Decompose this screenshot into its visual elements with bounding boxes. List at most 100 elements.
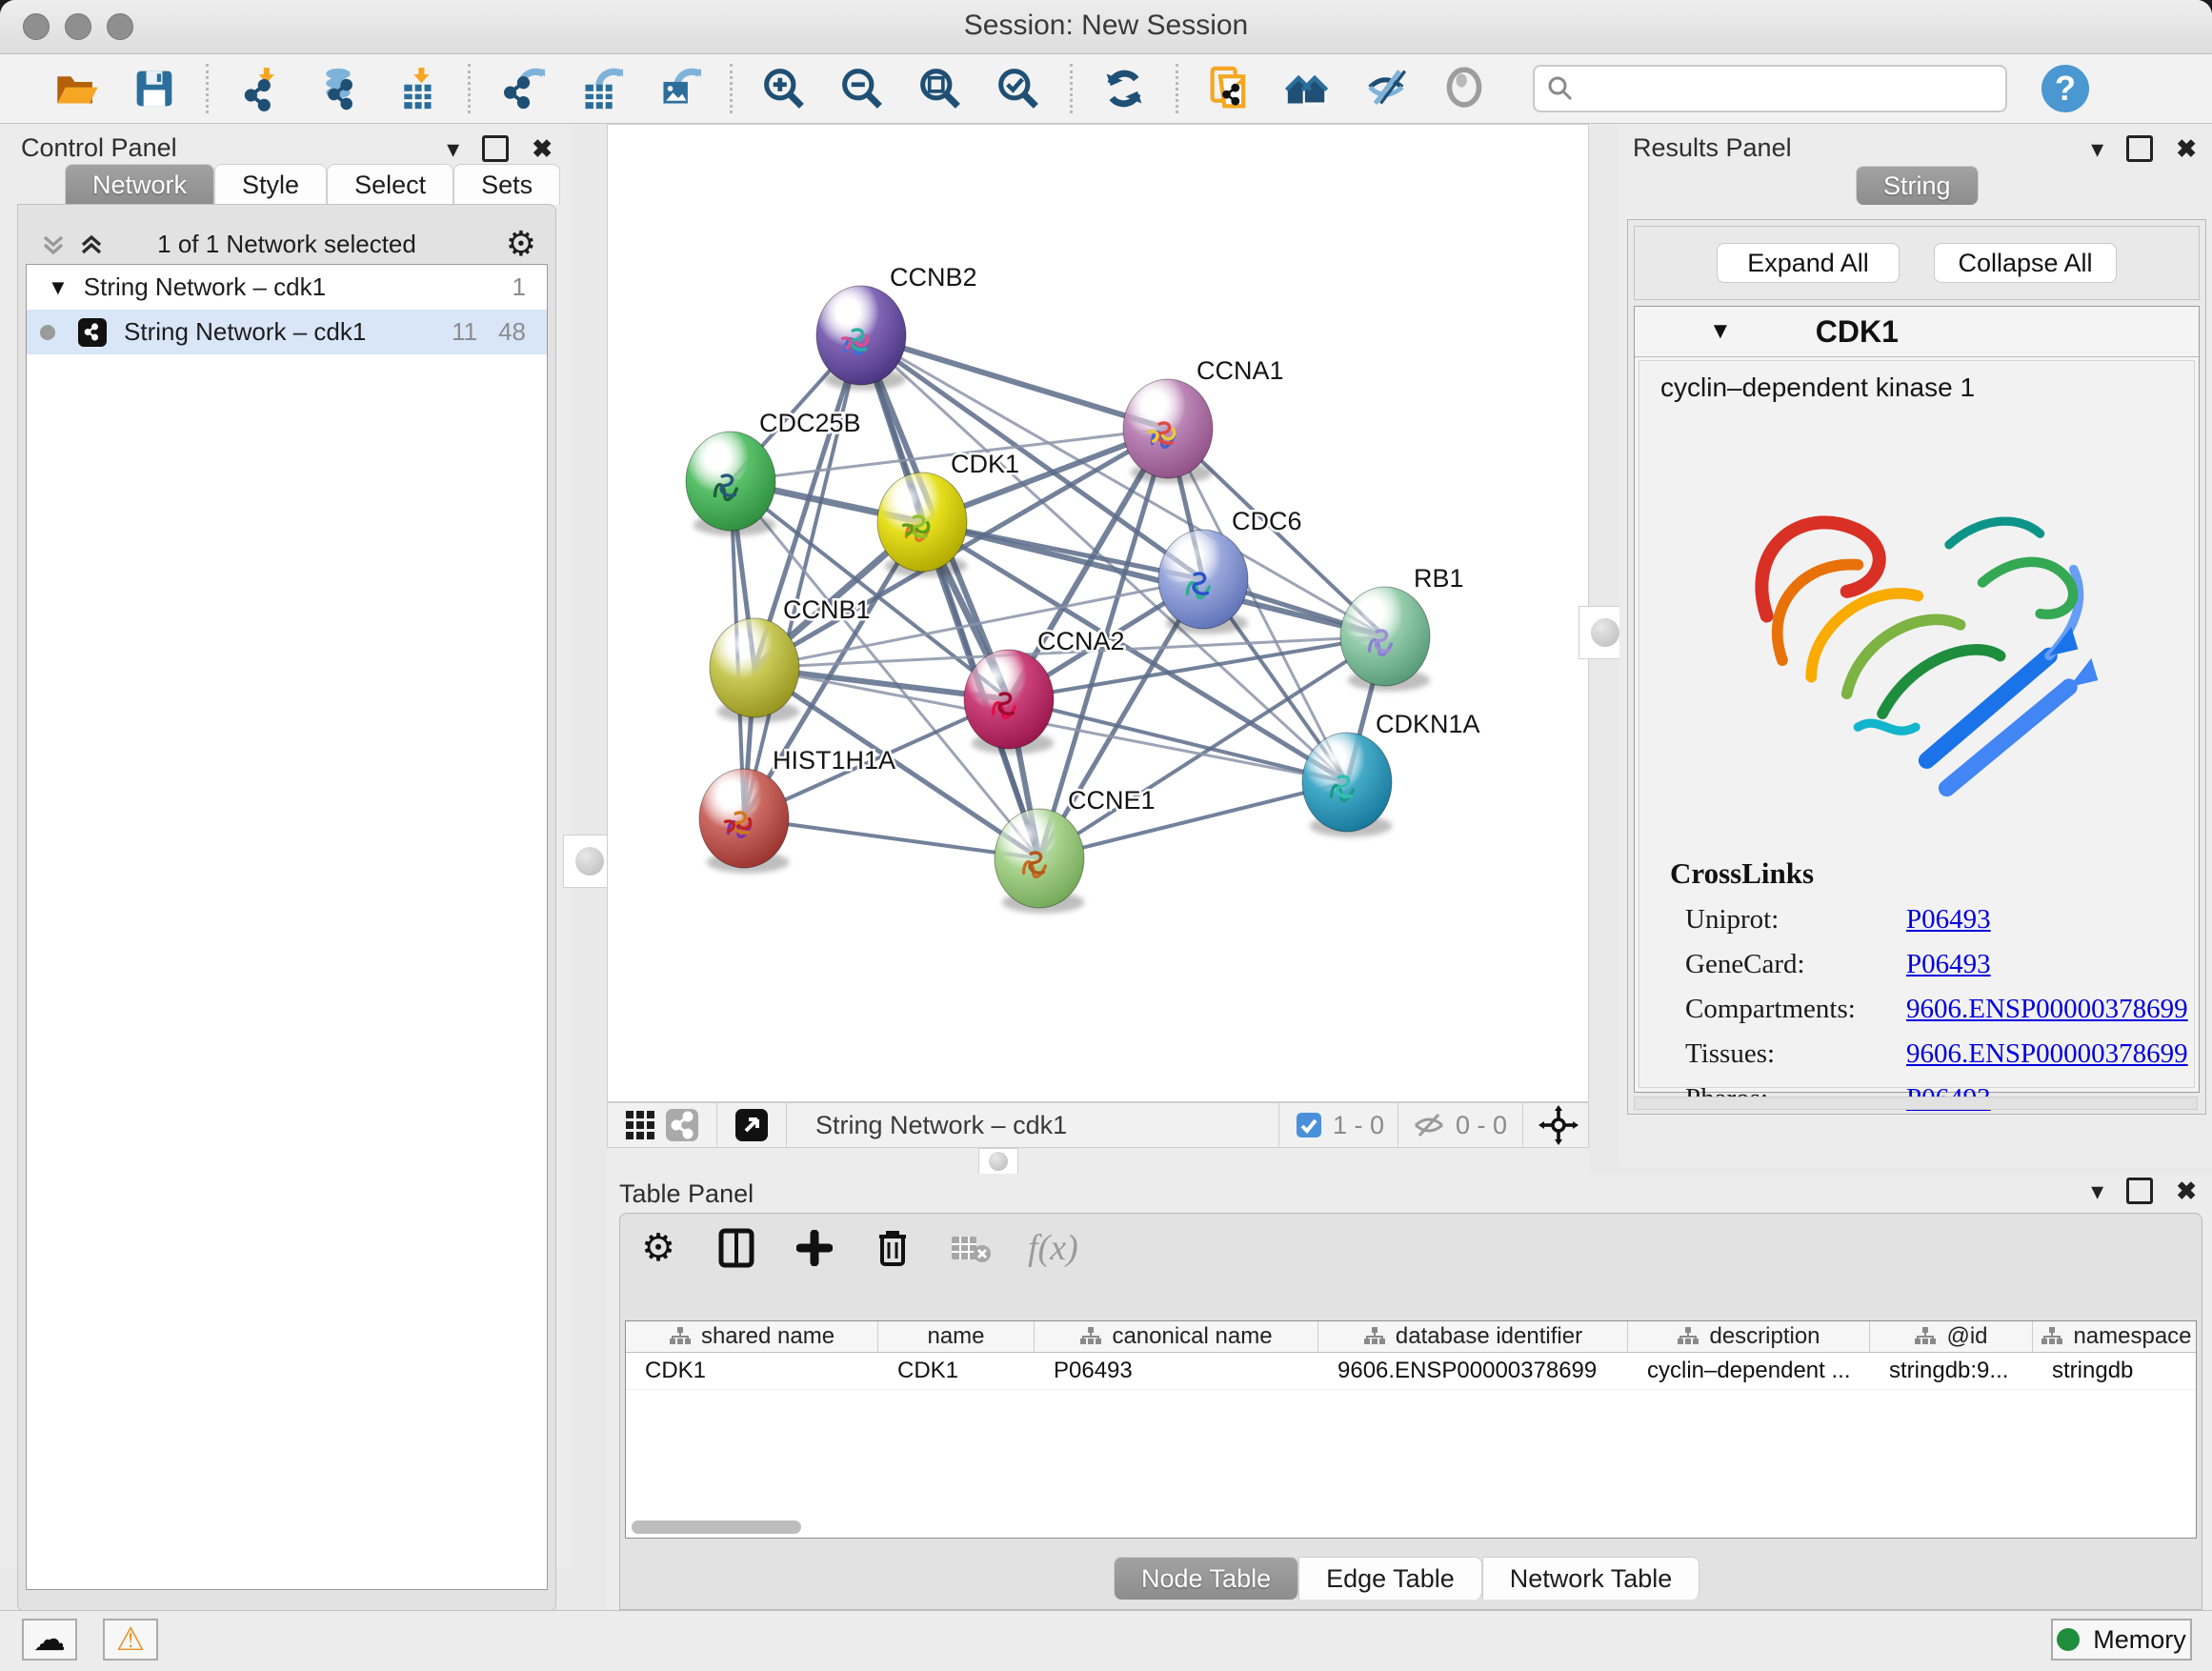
- node-label: CCNA1: [1196, 356, 1284, 385]
- network-edge[interactable]: [922, 522, 1385, 636]
- table-cell: cyclin–dependent ...: [1628, 1353, 1870, 1389]
- zoom-in-icon[interactable]: [759, 64, 809, 113]
- network-edge[interactable]: [861, 335, 1168, 429]
- panel-close-icon[interactable]: ✖: [532, 136, 553, 161]
- tab-node-table[interactable]: Node Table: [1114, 1557, 1298, 1600]
- left-splitter[interactable]: [572, 124, 607, 1568]
- network-node-rb1[interactable]: RB1: [1340, 564, 1464, 691]
- expand-all-button[interactable]: Expand All: [1717, 243, 1900, 283]
- column-header-shared-name[interactable]: shared name: [626, 1321, 878, 1352]
- string-results-tab[interactable]: String: [1856, 166, 1979, 205]
- gene-card-header[interactable]: ▼ CDK1: [1635, 307, 2199, 357]
- open-in-window-icon[interactable]: [731, 1104, 773, 1146]
- panel-float-icon[interactable]: [482, 135, 509, 162]
- crosslink-link[interactable]: 9606.ENSP00000378699: [1906, 1038, 2188, 1070]
- table-hscrollbar[interactable]: [626, 1519, 2196, 1536]
- network-tree-row[interactable]: ▼String Network – cdk11: [27, 265, 547, 310]
- network-node-cdkn1a[interactable]: CDKN1A: [1302, 710, 1480, 836]
- table-row[interactable]: CDK1CDK1P064939606.ENSP00000378699cyclin…: [626, 1353, 2196, 1390]
- zoom-out-icon[interactable]: [837, 64, 887, 113]
- delete-column-trash-icon[interactable]: [872, 1227, 914, 1269]
- export-image-icon[interactable]: [654, 64, 703, 113]
- network-node-cdk1[interactable]: CDK1: [877, 450, 1019, 576]
- panel-float-icon[interactable]: [2126, 135, 2153, 162]
- network-canvas[interactable]: CCNB2CCNA1CDC25BCDK1CDC6RB1CCNB1CCNA2CDK…: [607, 124, 1589, 1102]
- crosslink-link[interactable]: 9606.ENSP00000378699: [1906, 994, 2188, 1025]
- help-icon[interactable]: ?: [2041, 65, 2089, 112]
- collapse-entry-icon[interactable]: ▼: [1709, 318, 1732, 345]
- crosslink-link[interactable]: P06493: [1906, 949, 1991, 980]
- open-file-icon[interactable]: [51, 64, 101, 113]
- tree-expander-icon[interactable]: ▼: [48, 275, 69, 300]
- warning-icon: ⚠: [116, 1621, 145, 1659]
- network-node-ccnb1[interactable]: CCNB1: [710, 595, 871, 722]
- search-input[interactable]: [1575, 70, 2005, 108]
- import-table-file-icon[interactable]: [392, 64, 441, 113]
- clone-network-icon[interactable]: [1205, 64, 1255, 113]
- panel-close-icon[interactable]: ✖: [2176, 136, 2197, 161]
- network-name: String Network – cdk1: [124, 317, 452, 347]
- column-header-description[interactable]: description: [1628, 1321, 1870, 1352]
- panel-menu-icon[interactable]: ▾: [2091, 136, 2103, 161]
- tab-sets[interactable]: Sets: [453, 164, 560, 205]
- column-header-name[interactable]: name: [878, 1321, 1035, 1352]
- show-hide-graphics-icon[interactable]: [1361, 64, 1411, 113]
- table-hscrollbar-thumb[interactable]: [632, 1520, 801, 1534]
- tab-style[interactable]: Style: [214, 164, 327, 205]
- fit-selected-crosshair-icon[interactable]: [1538, 1105, 1579, 1145]
- network-tree-row[interactable]: String Network – cdk11148: [27, 310, 547, 354]
- panel-menu-icon[interactable]: ▾: [447, 136, 459, 161]
- control-panel-title: Control Panel: [21, 133, 177, 163]
- column-header-database-identifier[interactable]: database identifier: [1318, 1321, 1628, 1352]
- network-node-ccnb2[interactable]: CCNB2: [816, 263, 977, 390]
- refresh-layout-icon[interactable]: [1099, 64, 1149, 113]
- string-home-icon[interactable]: [1283, 64, 1333, 113]
- selected-nodes-checkbox-icon[interactable]: [1295, 1111, 1323, 1139]
- panel-close-icon[interactable]: ✖: [2176, 1178, 2197, 1203]
- bottom-splitter-handle[interactable]: [978, 1148, 1018, 1175]
- import-network-file-icon[interactable]: [235, 64, 285, 113]
- export-network-icon[interactable]: [497, 64, 547, 113]
- node-label: CCNE1: [1068, 786, 1156, 815]
- zoom-fit-icon[interactable]: [915, 64, 965, 113]
- save-session-icon[interactable]: [130, 64, 179, 113]
- inactive-eye-icon[interactable]: [1439, 64, 1489, 113]
- warnings-button[interactable]: ⚠: [103, 1619, 158, 1661]
- bottom-splitter[interactable]: [607, 1148, 1589, 1174]
- collapse-all-button[interactable]: Collapse All: [1934, 243, 2117, 283]
- cloud-status-button[interactable]: ☁: [22, 1619, 77, 1661]
- node-label: CDC6: [1232, 507, 1302, 535]
- column-header-canonical-name[interactable]: canonical name: [1035, 1321, 1318, 1352]
- network-graph[interactable]: CCNB2CCNA1CDC25BCDK1CDC6RB1CCNB1CCNA2CDK…: [608, 125, 1588, 1101]
- birdseye-grid-icon[interactable]: [619, 1104, 661, 1146]
- right-splitter[interactable]: [1589, 124, 1619, 1167]
- title-bar: Session: New Session: [0, 0, 2212, 54]
- network-node-hist1h1a[interactable]: HIST1H1A: [699, 746, 895, 873]
- table-cell: stringdb: [2033, 1353, 2197, 1389]
- column-header-namespace[interactable]: namespace: [2033, 1321, 2197, 1352]
- results-scrollbar[interactable]: [1634, 1097, 2198, 1110]
- tab-network[interactable]: Network: [65, 164, 214, 205]
- show-columns-icon[interactable]: [715, 1227, 757, 1269]
- node-label: CDC25B: [759, 409, 861, 437]
- node-table[interactable]: shared namenamecanonical namedatabase id…: [625, 1320, 2197, 1539]
- network-options-gear-icon[interactable]: ⚙: [506, 224, 536, 264]
- export-table-icon[interactable]: [575, 64, 625, 113]
- table-settings-gear-icon[interactable]: ⚙: [637, 1227, 679, 1269]
- results-buttons-row: Expand All Collapse All: [1634, 226, 2200, 300]
- crosslink-link[interactable]: P06493: [1906, 904, 1991, 936]
- import-network-database-icon[interactable]: [313, 64, 363, 113]
- panel-menu-icon[interactable]: ▾: [2091, 1178, 2103, 1203]
- network-share-icon[interactable]: [661, 1104, 703, 1146]
- tab-edge-table[interactable]: Edge Table: [1298, 1557, 1482, 1600]
- zoom-selected-icon[interactable]: [994, 64, 1043, 113]
- column-header--id[interactable]: @id: [1870, 1321, 2033, 1352]
- tab-select[interactable]: Select: [327, 164, 453, 205]
- memory-button[interactable]: Memory: [2051, 1619, 2192, 1661]
- tab-network-table[interactable]: Network Table: [1482, 1557, 1700, 1600]
- app-window: Session: New Session ? Control Panel ▾ ✖…: [0, 0, 2212, 1671]
- add-column-icon[interactable]: [794, 1227, 835, 1269]
- network-node-cdc6[interactable]: CDC6: [1158, 507, 1302, 634]
- panel-float-icon[interactable]: [2126, 1178, 2153, 1204]
- toolbar-group: [1178, 64, 1516, 113]
